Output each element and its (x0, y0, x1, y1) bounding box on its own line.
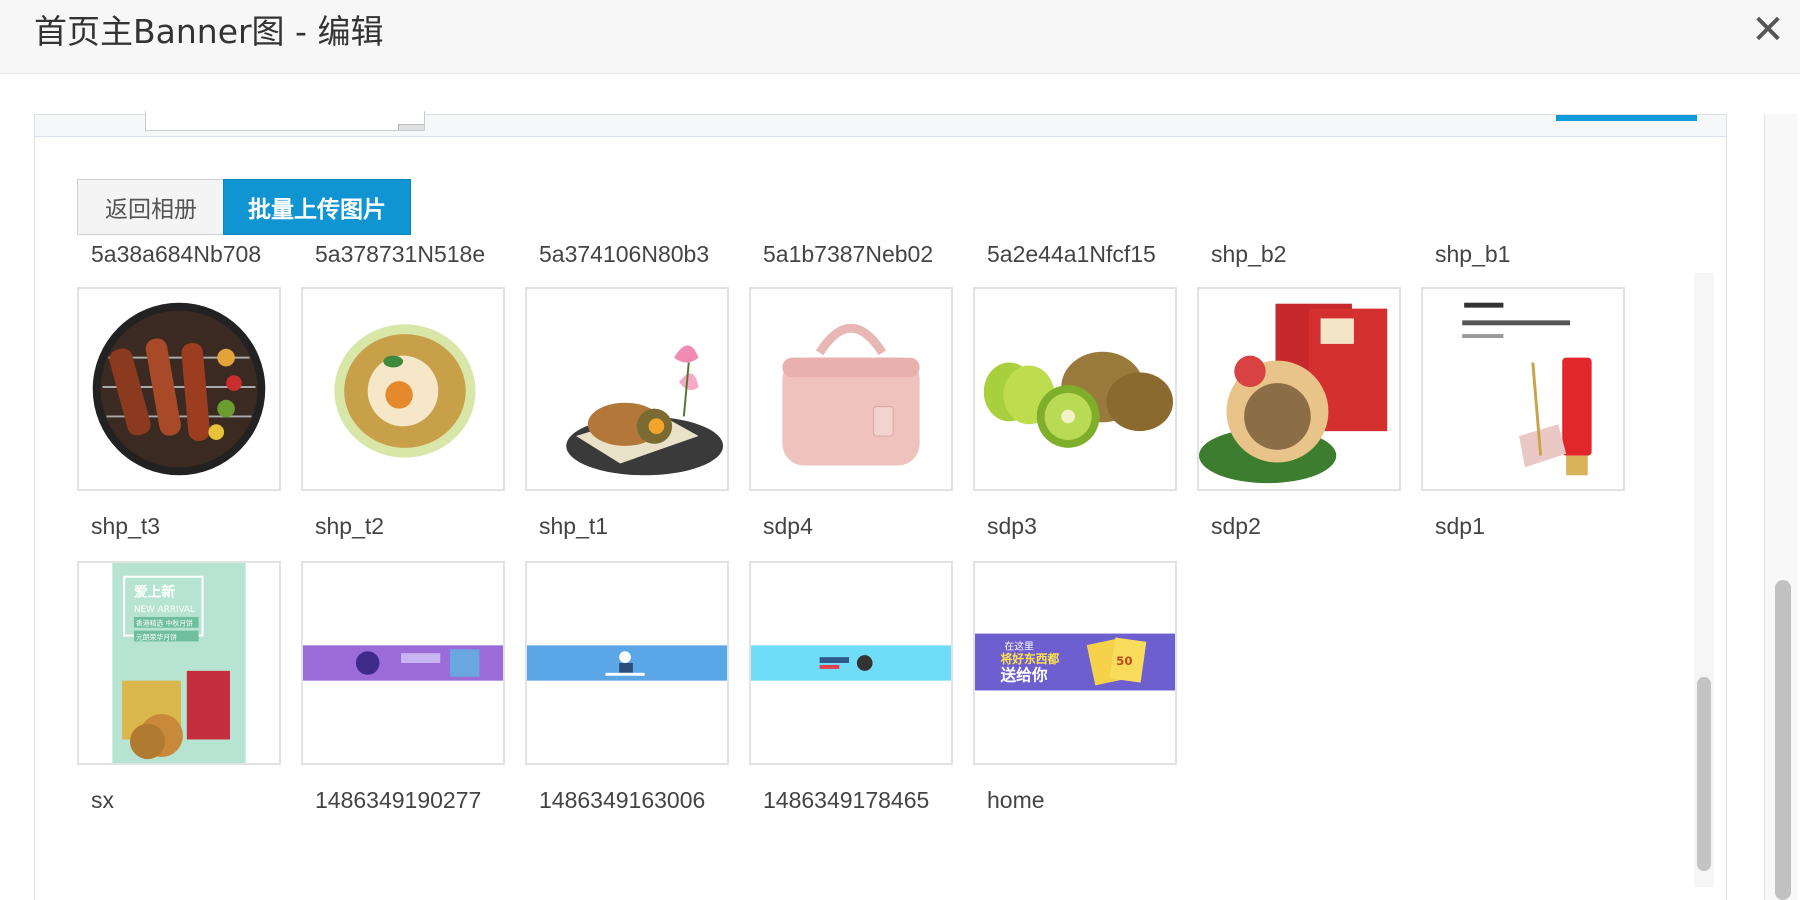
poster-tagline-2: 元朗荣华月饼 (136, 632, 177, 641)
image-label: shp_b2 (1211, 241, 1287, 267)
image-label: shp_t2 (315, 513, 385, 539)
image-label: 1486349163006 (539, 787, 706, 813)
image-label: 5a374106N80b3 (539, 241, 710, 267)
close-icon[interactable]: ✕ (1750, 10, 1786, 50)
image-label: sdp3 (987, 513, 1037, 539)
batch-upload-button[interactable]: 批量上传图片 (223, 179, 411, 235)
banner-text: 将好东西都 (1000, 652, 1059, 666)
image-label: shp_b1 (1435, 241, 1511, 267)
gallery-scrollbar-thumb[interactable] (1697, 677, 1711, 871)
pink-handbag-image[interactable] (749, 287, 953, 491)
image-label: sx (91, 787, 114, 813)
image-label: 5a1b7387Neb02 (763, 241, 934, 267)
album-select[interactable] (145, 111, 425, 131)
banner-coupon-value: 50 (1116, 654, 1132, 668)
dialog-header: 首页主Banner图 - 编辑 ✕ (0, 0, 1800, 74)
dessert-bowl-image[interactable] (301, 287, 505, 491)
image-label: shp_t1 (539, 513, 609, 539)
image-label: shp_t3 (91, 513, 161, 539)
dialog-scrollbar[interactable] (1764, 114, 1798, 900)
coupon-banner-image[interactable]: 在这里 将好东西都 送给你 50 (973, 561, 1177, 765)
blue-banner-image[interactable] (525, 561, 729, 765)
poster-tagline: 香港精选 中秋月饼 (136, 619, 193, 628)
kiwi-fruit-image[interactable] (973, 287, 1177, 491)
image-label: sdp4 (763, 513, 813, 539)
image-label: home (987, 787, 1045, 813)
banner-text: 送给你 (1000, 666, 1047, 685)
image-label: 5a38a684Nb708 (91, 241, 262, 267)
cyan-banner-image[interactable] (749, 561, 953, 765)
gallery-scrollbar[interactable] (1694, 273, 1714, 887)
album-panel: 返回相册 批量上传图片 5a38a684Nb708 5a378731N518e … (34, 111, 1727, 900)
dialog-scrollbar-thumb[interactable] (1775, 580, 1791, 900)
image-grid: 5a38a684Nb708 5a378731N518e 5a374106N80b… (77, 239, 1687, 881)
image-label: sdp1 (1435, 513, 1485, 539)
filter-strip (35, 111, 1726, 137)
pastry-giftbox-image[interactable] (1197, 287, 1401, 491)
image-label: 1486349178465 (763, 787, 930, 813)
search-button-edge[interactable] (1556, 115, 1697, 121)
mooncake-lotus-image[interactable] (525, 287, 729, 491)
dialog-title: 首页主Banner图 - 编辑 (34, 12, 384, 51)
image-label: 5a2e44a1Nfcf15 (987, 241, 1156, 267)
cosmetics-ad-image[interactable] (1421, 287, 1625, 491)
purple-banner-image[interactable] (301, 561, 505, 765)
bbq-grill-image[interactable] (77, 287, 281, 491)
new-arrival-poster-image[interactable]: 爱上新 NEW ARRIVAL 香港精选 中秋月饼 元朗荣华月饼 (77, 561, 281, 765)
image-label: 5a378731N518e (315, 241, 486, 267)
chevron-down-icon[interactable] (398, 124, 424, 130)
image-label: 1486349190277 (315, 787, 482, 813)
back-to-album-button[interactable]: 返回相册 (77, 179, 225, 235)
image-label: sdp2 (1211, 513, 1261, 539)
poster-title: 爱上新 (134, 583, 175, 600)
banner-text: 在这里 (1004, 639, 1034, 652)
poster-subtitle: NEW ARRIVAL (134, 605, 195, 615)
